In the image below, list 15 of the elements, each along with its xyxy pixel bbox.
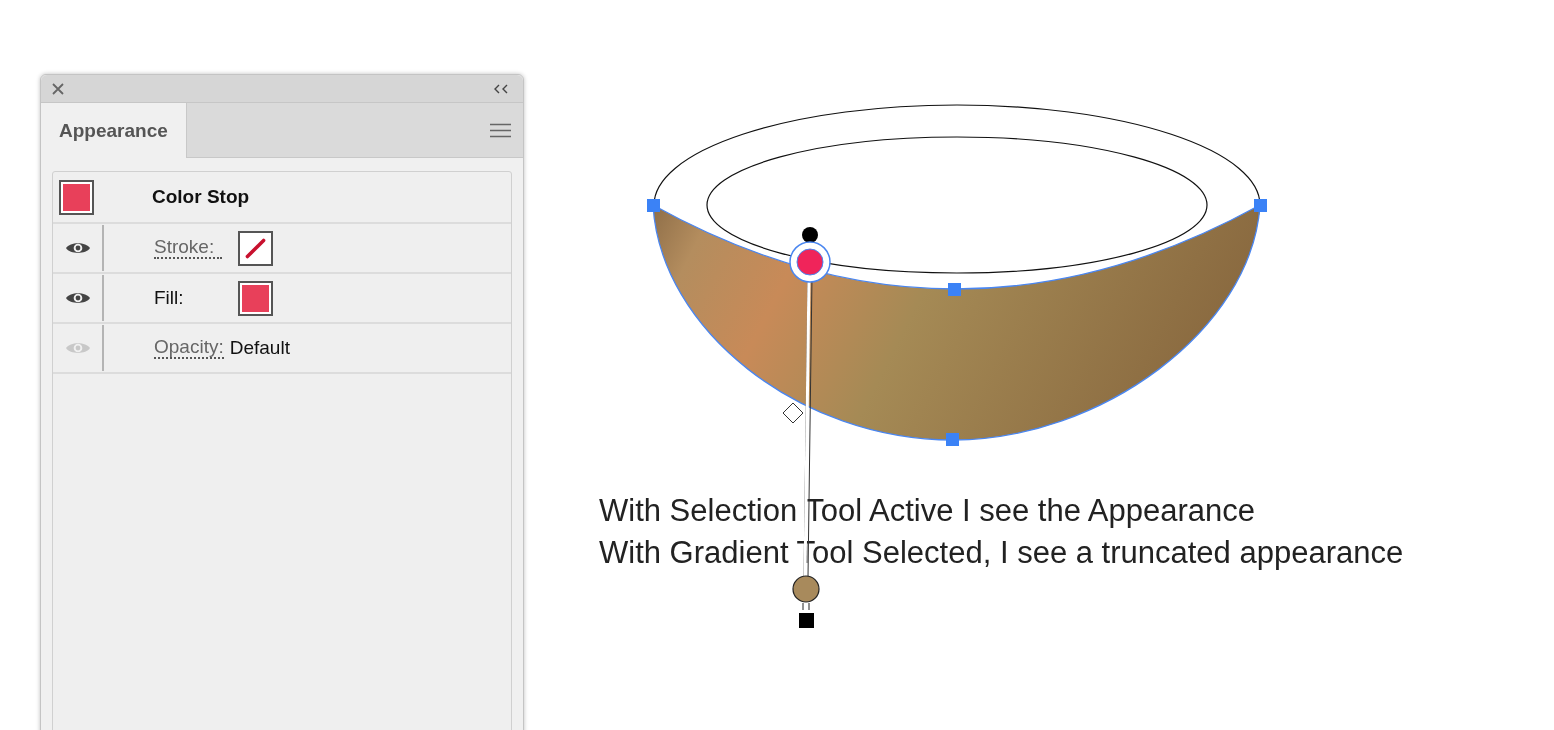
collapse-icon[interactable]	[493, 83, 509, 94]
object-type-label: Color Stop	[152, 186, 250, 208]
fill-swatch[interactable]	[238, 280, 273, 316]
opacity-value: Default	[229, 337, 290, 359]
eye-icon[interactable]	[64, 240, 91, 256]
close-icon[interactable]	[51, 81, 65, 96]
stroke-link[interactable]: Stroke:	[154, 236, 222, 260]
fill-label: Fill:	[154, 287, 185, 309]
panel-tab[interactable]: Appearance	[41, 103, 187, 158]
color-swatch[interactable]	[59, 179, 94, 215]
menu-icon[interactable]	[490, 122, 511, 138]
no-stroke-swatch[interactable]	[238, 230, 273, 266]
eye-icon[interactable]	[64, 290, 91, 306]
annotation-text: With Selection Tool Active I see the Appearance	[599, 492, 1256, 530]
opacity-link[interactable]: Opacity:	[154, 336, 224, 360]
